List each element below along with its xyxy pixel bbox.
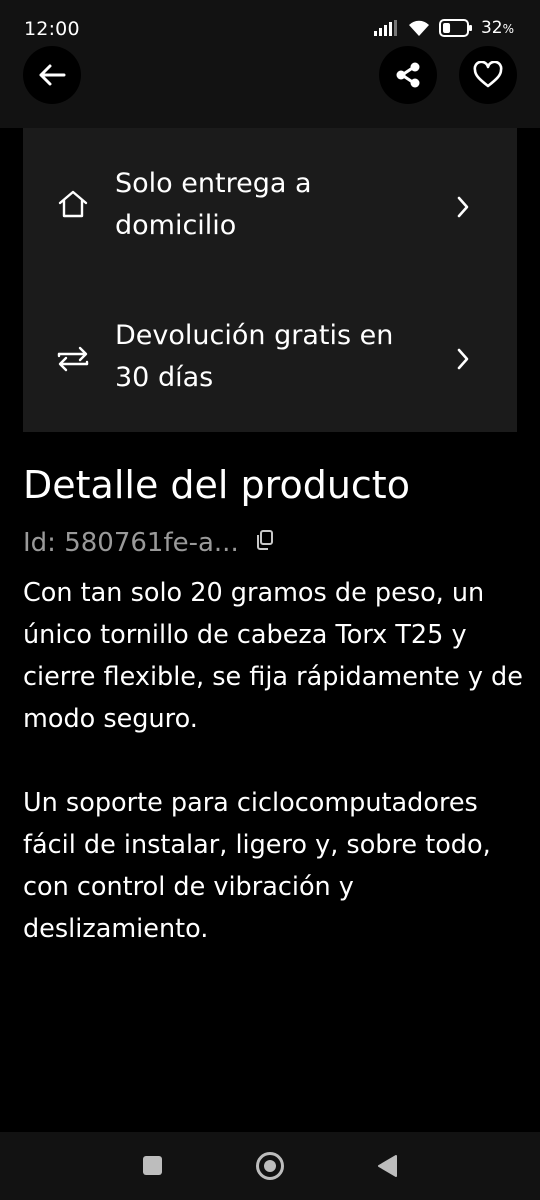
battery-icon [438, 19, 472, 37]
home-delivery-row[interactable]: Solo entrega a domicilio [23, 163, 517, 273]
signal-icon [373, 20, 397, 36]
home-icon [58, 190, 88, 218]
back-triangle-icon[interactable] [376, 1154, 398, 1178]
product-description: Con tan solo 20 gramos de peso, un único… [23, 572, 528, 992]
arrow-left-icon [39, 64, 66, 86]
home-button[interactable] [256, 1152, 284, 1180]
heart-icon [473, 61, 503, 88]
product-id: Id: 580761fe-a... [23, 523, 275, 563]
free-return-label: Devolución gratis en 30 días [115, 320, 394, 393]
wifi-icon [408, 20, 429, 36]
delivery-info-card: Solo entrega a domicilio Devolución grat… [23, 128, 517, 432]
product-id-text: Id: 580761fe-a... [23, 528, 239, 558]
status-icons: 32% [373, 18, 514, 38]
status-time: 12:00 [24, 18, 80, 40]
recents-button[interactable] [143, 1156, 162, 1175]
status-bar: 12:00 32% [0, 0, 540, 56]
chevron-right-icon [457, 196, 469, 218]
share-icon [396, 62, 420, 88]
chevron-right-icon [457, 348, 469, 370]
favorite-button[interactable] [459, 46, 517, 104]
home-delivery-label: Solo entrega a domicilio [115, 168, 312, 241]
description-paragraph: Un soporte para ciclocomputadores fácil … [23, 788, 491, 944]
system-nav-bar [0, 1132, 540, 1200]
free-return-row[interactable]: Devolución gratis en 30 días [23, 315, 517, 425]
section-title: Detalle del producto [23, 463, 410, 507]
copy-icon [256, 530, 273, 550]
description-paragraph: Con tan solo 20 gramos de peso, un único… [23, 578, 523, 734]
copy-button[interactable] [255, 523, 275, 563]
battery-percent: 32% [480, 18, 514, 38]
back-button[interactable] [23, 46, 81, 104]
share-button[interactable] [379, 46, 437, 104]
return-arrows-icon [57, 346, 89, 372]
